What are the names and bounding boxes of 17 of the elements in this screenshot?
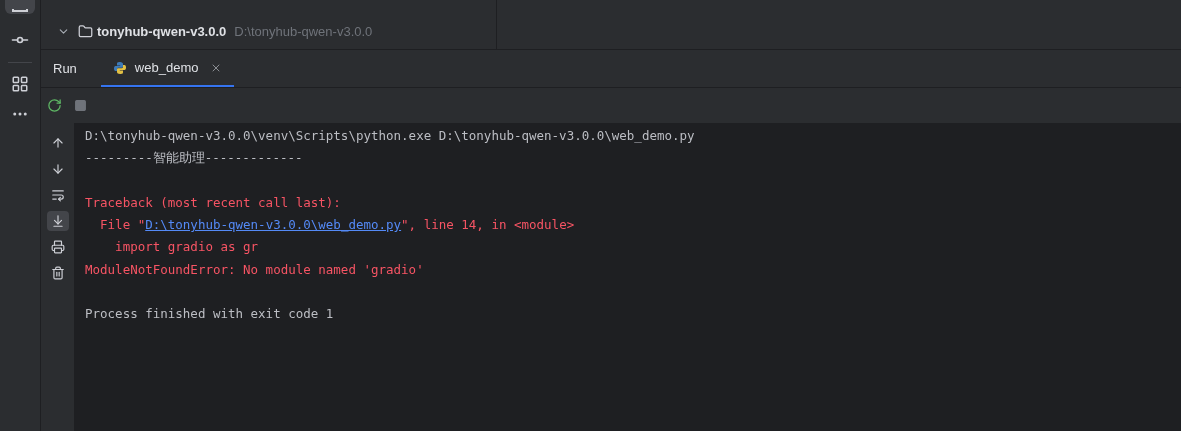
error-line: import gradio as gr xyxy=(114,238,260,257)
error-line: ModuleNotFoundError: No module named 'gradio' xyxy=(85,260,425,279)
structure-icon[interactable] xyxy=(11,75,29,93)
output-line: Process finished with exit code 1 xyxy=(85,305,335,324)
error-line: Traceback (most recent call last): xyxy=(85,193,342,212)
rerun-icon[interactable] xyxy=(47,98,62,113)
stop-icon[interactable] xyxy=(74,99,87,112)
error-line: File "D:\tonyhub-qwen-v3.0.0\web_demo.py", line 14, in <module> xyxy=(99,216,576,235)
python-icon xyxy=(112,60,127,75)
folder-icon xyxy=(78,24,93,40)
output-line: D:\tonyhub-qwen-v3.0.0\venv\Scripts\python.exe D:\tonyhub-qwen-v3.0.0\web_demo.py xyxy=(85,127,696,145)
output-line: ---------智能助理------------- xyxy=(85,149,304,168)
scroll-to-end-icon[interactable] xyxy=(46,211,69,231)
tree-item[interactable]: tonyhub-qwen-v3.0.0 D:\tonyhub-qwen-v3.0.0 xyxy=(41,22,496,42)
run-label: Run xyxy=(52,59,78,78)
project-tool-button[interactable] xyxy=(5,0,35,14)
file-link[interactable]: D:\tonyhub-qwen-v3.0.0\web_demo.py xyxy=(145,217,402,233)
